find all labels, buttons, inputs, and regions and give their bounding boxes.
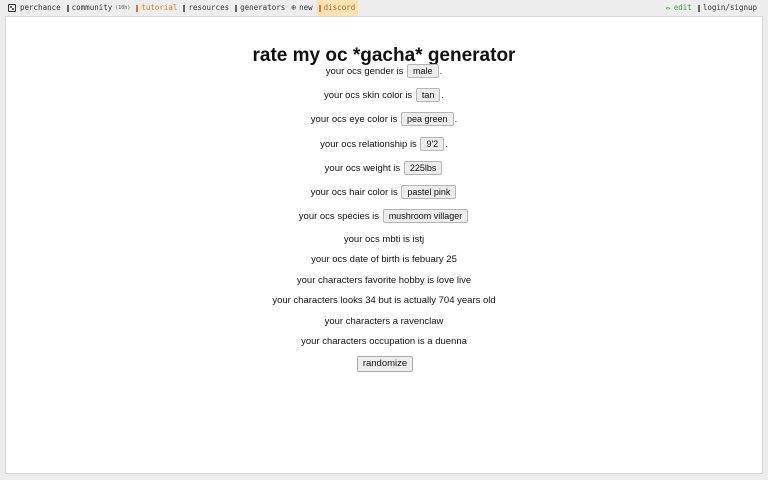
- nav-left: perchance community (10h) tutorial resou…: [0, 0, 359, 16]
- row-suffix: .: [439, 66, 443, 77]
- hobby-line: your characters favorite hobby is love l…: [296, 275, 472, 286]
- nav-brand[interactable]: perchance: [0, 0, 64, 16]
- species-value-button[interactable]: mushroom villager: [382, 209, 469, 224]
- dice-icon: [8, 4, 16, 12]
- tutorial-icon: [136, 4, 139, 12]
- gender-value-button[interactable]: male: [407, 64, 439, 79]
- row-prefix: your ocs eye color is: [310, 114, 398, 125]
- discord-icon: [318, 4, 321, 12]
- nav-generators[interactable]: generators: [232, 0, 288, 16]
- resources-icon: [183, 4, 186, 12]
- top-nav: perchance community (10h) tutorial resou…: [0, 0, 768, 16]
- occupation-line: your characters occupation is a duenna: [301, 336, 467, 347]
- row-prefix: your ocs skin color is: [324, 90, 413, 101]
- nav-tutorial[interactable]: tutorial: [133, 0, 180, 16]
- nav-resources-label: resources: [188, 3, 230, 12]
- plus-circle-icon: ⊕: [291, 3, 297, 12]
- row-prefix: your ocs gender is: [325, 66, 404, 77]
- row-suffix: .: [445, 139, 448, 150]
- hair-color-value-button[interactable]: pastel pink: [401, 185, 457, 200]
- generator-panel: rate my oc *gacha* generator your ocs ge…: [5, 16, 763, 474]
- birth-date-line: your ocs date of birth is febuary 25: [311, 254, 457, 265]
- relationship-value-button[interactable]: 9'2: [420, 137, 445, 152]
- row-prefix: your ocs weight is: [324, 163, 401, 174]
- nav-login-label: login/signup: [702, 3, 757, 12]
- hair-color-row: your ocs hair color is pastel pink: [6, 185, 762, 201]
- pencil-icon: ✏: [665, 3, 671, 12]
- nav-brand-label: perchance: [20, 3, 61, 12]
- row-prefix: your ocs hair color is: [310, 187, 398, 198]
- skin-color-row: your ocs skin color is tan.: [6, 88, 762, 104]
- weight-value-button[interactable]: 225lbs: [403, 161, 443, 176]
- row-suffix: .: [441, 90, 444, 101]
- species-row: your ocs species is mushroom villager: [6, 209, 762, 225]
- eye-color-row: your ocs eye color is pea green.: [6, 112, 762, 128]
- nav-edit[interactable]: ✏ edit: [663, 0, 695, 16]
- nav-resources[interactable]: resources: [180, 0, 232, 16]
- community-icon: [66, 4, 69, 12]
- randomize-button[interactable]: randomize: [357, 356, 413, 372]
- weight-row: your ocs weight is 225lbs: [6, 161, 762, 177]
- generators-icon: [235, 4, 238, 12]
- nav-right: ✏ edit login/signup: [663, 0, 760, 16]
- nav-community[interactable]: community (10h): [64, 0, 134, 16]
- relationship-row: your ocs relationship is 9'2.: [6, 137, 762, 153]
- nav-new[interactable]: ⊕ new: [288, 0, 315, 16]
- row-suffix: .: [454, 114, 458, 125]
- user-icon: [697, 4, 700, 12]
- row-prefix: your ocs relationship is: [320, 139, 417, 150]
- nav-login[interactable]: login/signup: [695, 0, 760, 16]
- nav-discord[interactable]: discord: [315, 0, 359, 16]
- nav-discord-label: discord: [323, 3, 356, 12]
- house-line: your characters a ravenclaw: [324, 316, 444, 327]
- nav-new-label: new: [299, 3, 313, 12]
- nav-tutorial-label: tutorial: [141, 3, 178, 12]
- community-badge: (10h): [115, 5, 131, 11]
- skin-color-value-button[interactable]: tan: [415, 88, 441, 103]
- gender-row: your ocs gender is male.: [6, 64, 762, 80]
- nav-community-label: community: [71, 3, 113, 12]
- row-prefix: your ocs species is: [298, 211, 380, 222]
- nav-generators-label: generators: [240, 3, 286, 12]
- mbti-line: your ocs mbti is istj: [343, 234, 425, 245]
- age-line: your characters looks 34 but is actually…: [272, 295, 496, 306]
- nav-edit-label: edit: [673, 3, 692, 12]
- eye-color-value-button[interactable]: pea green: [401, 112, 454, 127]
